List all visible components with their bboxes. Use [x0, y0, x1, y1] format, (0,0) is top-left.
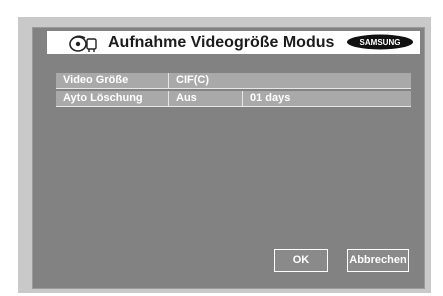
setting-value[interactable]: Aus: [168, 91, 242, 106]
dialog-title: Aufnahme Videogröße Modus: [108, 34, 335, 51]
setting-row-video-size[interactable]: Video Größe CIF(C): [56, 73, 411, 89]
brand-text: SAMSUNG: [360, 38, 401, 47]
setting-days-value[interactable]: 01 days: [242, 91, 411, 106]
tape-recorder-icon: [68, 33, 100, 53]
setting-label: Video Größe: [56, 73, 168, 88]
setting-label: Ayto Löschung: [56, 91, 168, 106]
ok-button[interactable]: OK: [274, 249, 328, 272]
cancel-button[interactable]: Abbrechen: [347, 249, 409, 272]
title-bar: Aufnahme Videogröße Modus SAMSUNG: [47, 31, 420, 54]
samsung-logo: SAMSUNG: [346, 34, 414, 50]
setting-value[interactable]: CIF(C): [168, 73, 411, 88]
setting-row-auto-delete[interactable]: Ayto Löschung Aus 01 days: [56, 91, 411, 107]
